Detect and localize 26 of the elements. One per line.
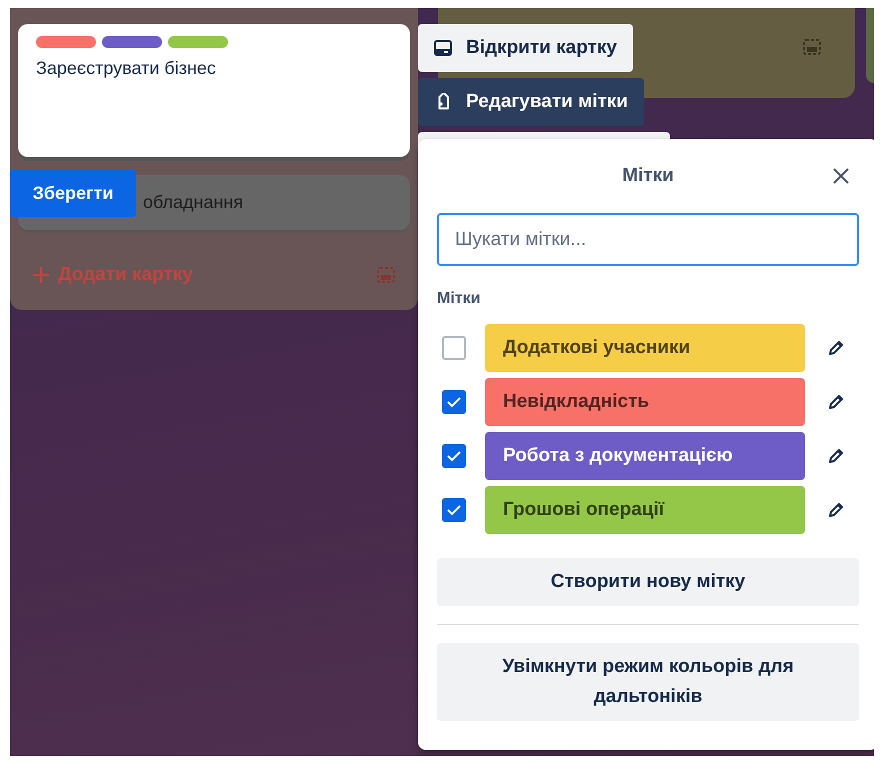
pencil-icon[interactable] [827, 339, 845, 357]
search-field[interactable]: Шукати мітки... [437, 213, 859, 266]
label-tag[interactable]: Робота з документацією [485, 432, 805, 480]
card-action-button[interactable]: Відкрити картку [418, 24, 633, 72]
colorblind-mode-button[interactable]: Увімкнути режим кольорів для дальтоніків [437, 643, 859, 721]
checkbox[interactable] [442, 444, 466, 468]
card-icon [434, 40, 452, 56]
create-label-button[interactable]: Створити нову мітку [437, 558, 859, 606]
checkbox[interactable] [442, 498, 466, 522]
check-icon [447, 504, 461, 516]
pencil-icon[interactable] [827, 501, 845, 519]
pencil-icon[interactable] [827, 447, 845, 465]
popover-title: Мітки [622, 165, 674, 187]
save-button[interactable]: Зберегти [10, 169, 136, 217]
checkbox[interactable] [442, 390, 466, 414]
section-label: Мітки [437, 290, 482, 308]
label-tag[interactable]: Додаткові учасники [485, 324, 805, 372]
label-tag[interactable]: Грошові операції [485, 486, 805, 534]
check-icon [447, 396, 461, 408]
label-tag[interactable]: Невідкладність [485, 378, 805, 426]
check-icon [447, 450, 461, 462]
pencil-icon[interactable] [827, 393, 845, 411]
card-action-button[interactable]: Редагувати мітки [418, 78, 644, 126]
checkbox[interactable] [442, 336, 466, 360]
card-title-field[interactable]: Зареєструвати бізнес [36, 58, 392, 79]
close-icon[interactable] [831, 166, 851, 186]
